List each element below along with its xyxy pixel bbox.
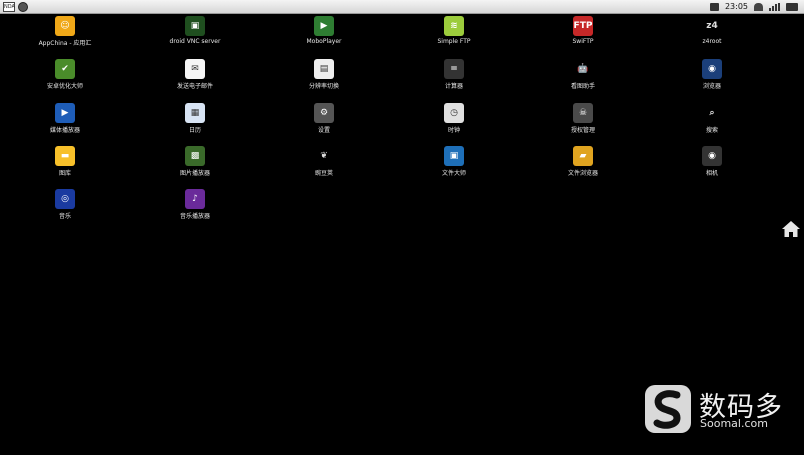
app-label: 搜索 [705,127,718,134]
app-file-browser[interactable]: ▰ 文件浏览器 [528,144,638,186]
watermark-english: Soomal.com [700,417,768,430]
camera-icon: ◉ [702,146,722,166]
app-picture-player[interactable]: ▩ 图片播放器 [140,144,250,186]
moboplayer-icon: ▶ [314,16,334,36]
browser-icon: ◉ [702,59,722,79]
status-left: NDA [3,2,28,12]
file-master-icon: ▣ [444,146,464,166]
vnc-server-icon: ▣ [185,16,205,36]
home-button[interactable] [781,220,801,238]
calculator-icon: = [444,59,464,79]
resolution-switch-icon: ▤ [314,59,334,79]
notification-dot-icon [18,2,28,12]
settings-icon: ⚙ [314,103,334,123]
wandoujia-icon: ❦ [314,146,334,166]
superuser-icon: ☠ [573,103,593,123]
app-simple-ftp[interactable]: ≋ Simple FTP [399,14,509,56]
app-label: droid VNC server [169,38,221,45]
app-browser[interactable]: ◉ 浏览器 [657,57,767,99]
calendar-icon: ▦ [185,103,205,123]
app-label: 豌豆荚 [314,170,333,177]
app-label: 发送电子邮件 [176,83,213,90]
app-media-player[interactable]: ▶ 媒体播放器 [10,101,120,143]
app-label: 设置 [317,127,330,134]
app-appchina[interactable]: ☺ AppChina - 应用汇 [10,14,120,56]
status-right: 23:05 [709,1,798,12]
app-file-master[interactable]: ▣ 文件大师 [399,144,509,186]
music-player-icon: ♪ [185,189,205,209]
app-label: SwiFTP [572,38,594,45]
app-label: 音乐 [58,213,71,220]
app-label: 时钟 [447,127,460,134]
app-android-helper[interactable]: 🤖 看图助手 [528,57,638,99]
picture-player-icon: ▩ [185,146,205,166]
simple-ftp-icon: ≋ [444,16,464,36]
android-optimizer-icon: ✔ [55,59,75,79]
home-icon [782,221,800,237]
app-gallery[interactable]: ▬ 图库 [10,144,120,186]
app-label: 相机 [705,170,718,177]
signal-icon [769,2,780,11]
app-calculator[interactable]: = 计算器 [399,57,509,99]
app-z4root[interactable]: z4 z4root [657,14,767,56]
app-camera[interactable]: ◉ 相机 [657,144,767,186]
app-label: AppChina - 应用汇 [38,40,92,47]
app-label: 浏览器 [702,83,721,90]
soomal-logo-icon [645,385,691,433]
app-grid: ☺ AppChina - 应用汇 ▣ droid VNC server ▶ MoboPla… [0,14,770,244]
app-label: z4root [702,38,722,45]
app-android-optimizer[interactable]: ✔ 安卓优化大师 [10,57,120,99]
app-label: 图库 [58,170,71,177]
app-label: 安卓优化大师 [46,83,83,90]
clock-icon: ◷ [444,103,464,123]
z4root-icon: z4 [702,16,722,36]
app-label: MoboPlayer [306,38,342,45]
battery-icon [786,2,798,11]
app-label: 计算器 [444,83,463,90]
app-music[interactable]: ◎ 音乐 [10,187,120,229]
app-label: 分辨率切换 [308,83,339,90]
email-icon: ✉ [185,59,205,79]
app-label: 看图助手 [570,83,595,90]
media-player-icon: ▶ [55,103,75,123]
app-search[interactable]: ⌕ 搜索 [657,101,767,143]
app-settings[interactable]: ⚙ 设置 [269,101,379,143]
swiftp-icon: FTP [573,16,593,36]
app-wandoujia[interactable]: ❦ 豌豆荚 [269,144,379,186]
app-label: 日历 [188,127,201,134]
app-label: 文件浏览器 [567,170,598,177]
android-helper-icon: 🤖 [573,59,593,79]
appchina-icon: ☺ [55,16,75,36]
wifi-icon [754,2,763,11]
app-email[interactable]: ✉ 发送电子邮件 [140,57,250,99]
file-browser-icon: ▰ [573,146,593,166]
status-bar: NDA 23:05 [0,0,804,14]
music-icon: ◎ [55,189,75,209]
app-resolution-switch[interactable]: ▤ 分辨率切换 [269,57,379,99]
screenshot-icon [709,2,719,11]
app-vnc-server[interactable]: ▣ droid VNC server [140,14,250,56]
search-icon: ⌕ [702,103,722,123]
status-time: 23:05 [724,2,748,11]
app-label: Simple FTP [437,38,471,45]
app-label: 音乐播放器 [179,213,210,220]
app-label: 授权管理 [570,127,595,134]
app-label: 媒体播放器 [49,127,80,134]
app-moboplayer[interactable]: ▶ MoboPlayer [269,14,379,56]
gallery-icon: ▬ [55,146,75,166]
app-label: 文件大师 [441,170,466,177]
app-calendar[interactable]: ▦ 日历 [140,101,250,143]
nda-logo-icon: NDA [3,2,15,12]
app-superuser[interactable]: ☠ 授权管理 [528,101,638,143]
app-swiftp[interactable]: FTP SwiFTP [528,14,638,56]
app-music-player[interactable]: ♪ 音乐播放器 [140,187,250,229]
app-clock[interactable]: ◷ 时钟 [399,101,509,143]
app-label: 图片播放器 [179,170,210,177]
soomal-watermark: 数码多 Soomal.com [645,385,795,435]
